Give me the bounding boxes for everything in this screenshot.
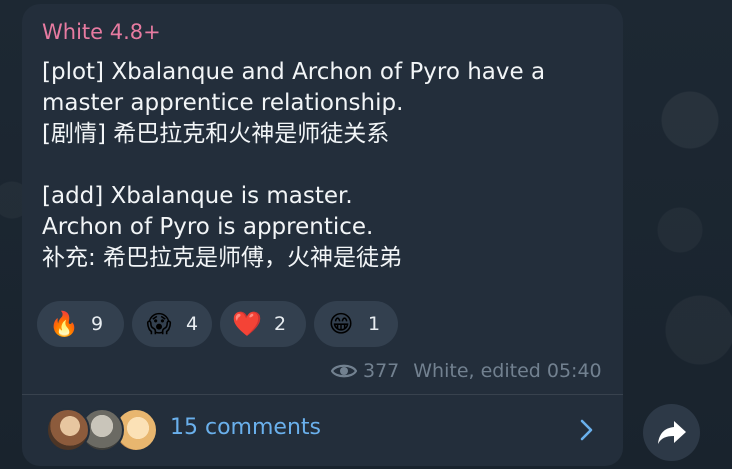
share-arrow-icon — [657, 420, 686, 444]
avatar — [46, 408, 90, 452]
reaction-count: 4 — [186, 313, 199, 335]
reaction-fire-button[interactable]: 🔥 9 — [37, 301, 124, 347]
message-line: [plot] Xbalanque and Archon of Pyro have… — [42, 59, 546, 85]
fire-icon: 🔥 — [49, 310, 79, 338]
reaction-count: 2 — [274, 313, 287, 335]
message-text: [plot] Xbalanque and Archon of Pyro have… — [42, 57, 612, 274]
reaction-count: 9 — [91, 313, 104, 335]
scream-face-icon: 😱 — [146, 310, 172, 338]
reaction-scream-button[interactable]: 😱 4 — [132, 301, 212, 347]
comments-button[interactable]: 15 comments — [22, 395, 623, 466]
message-line: 补充: 希巴拉克是师傅，火神是徒弟 — [42, 245, 403, 271]
view-count: 377 — [363, 360, 400, 382]
message-line: [剧情] 希巴拉克和火神是师徒关系 — [42, 121, 390, 147]
eye-icon — [331, 364, 357, 378]
reaction-heart-button[interactable]: ❤️ 2 — [220, 301, 306, 347]
message-line: Archon of Pyro is apprentice. — [42, 214, 374, 240]
share-button[interactable] — [643, 404, 700, 461]
reactions-bar: 🔥 9 😱 4 ❤️ 2 😁 1 — [37, 301, 398, 347]
message-line: [add] Xbalanque is master. — [42, 183, 353, 209]
grinning-face-icon: 😁 — [328, 310, 354, 338]
reaction-grin-button[interactable]: 😁 1 — [314, 301, 398, 347]
red-heart-icon: ❤️ — [232, 310, 262, 338]
message-line: master apprentice relationship. — [42, 90, 404, 116]
message-meta: 377 White, edited 05:40 — [331, 360, 602, 382]
post-signature: White, edited 05:40 — [413, 360, 602, 382]
comments-label: 15 comments — [170, 415, 321, 440]
author-name[interactable]: White 4.8+ — [42, 20, 161, 44]
chevron-right-icon — [580, 419, 593, 441]
reaction-count: 1 — [368, 313, 381, 335]
